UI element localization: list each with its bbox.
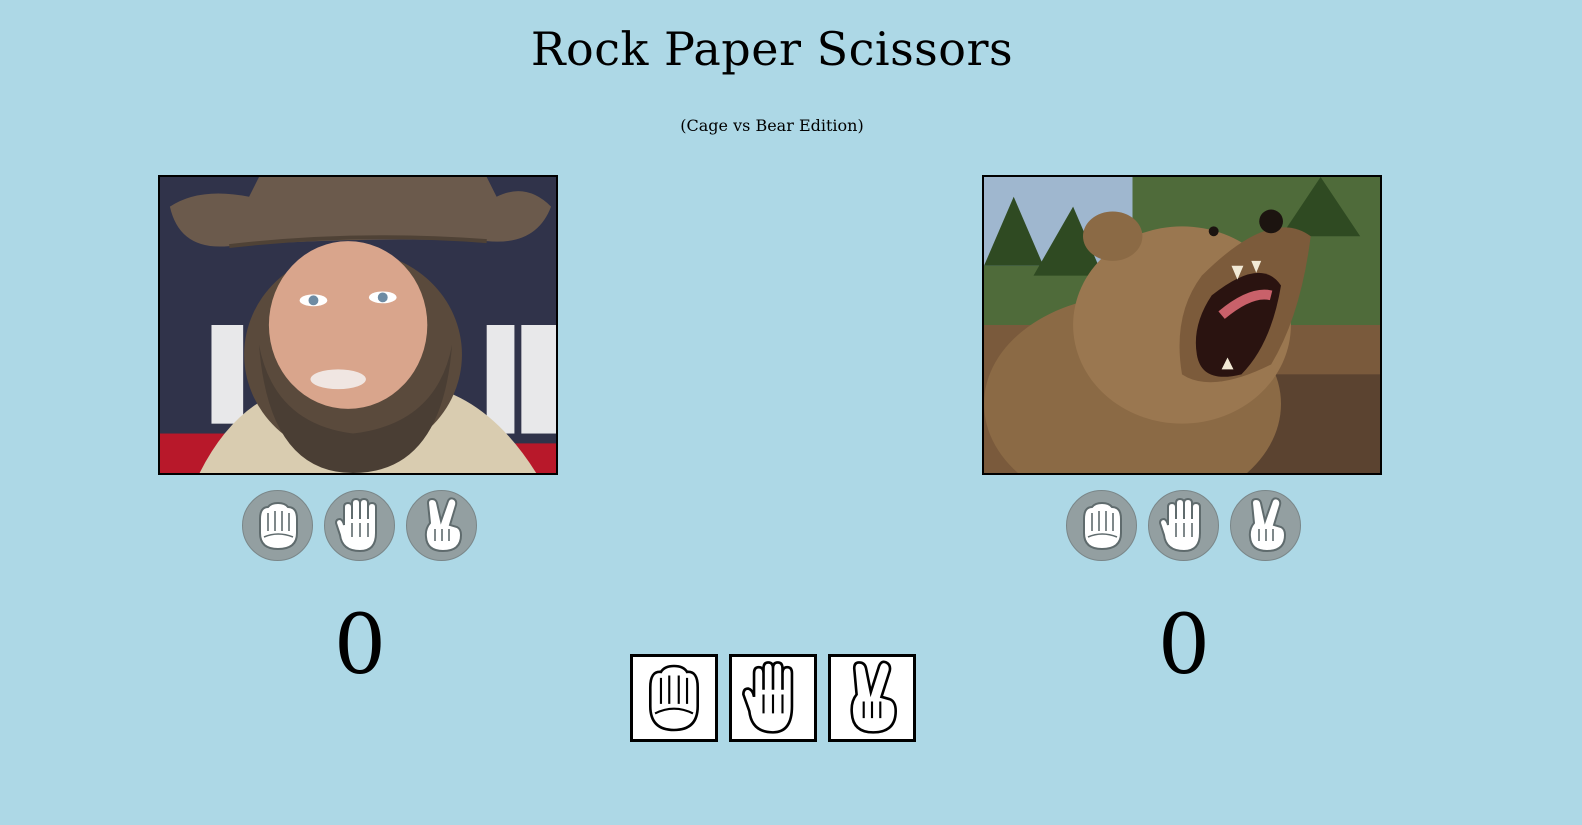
bear-choice-row: [1066, 490, 1301, 561]
rock-button[interactable]: [630, 654, 718, 742]
scissors-hand-icon: [424, 496, 462, 552]
cage-choice-row: [242, 490, 477, 561]
paper-hand-icon: [334, 497, 377, 552]
bear-player-image: [982, 175, 1382, 475]
cage-player-image: [158, 175, 558, 475]
cage-scissors-indicator: [406, 490, 477, 561]
scissors-hand-icon: [850, 660, 898, 734]
cage-paper-indicator: [324, 490, 395, 561]
scissors-hand-icon: [1248, 496, 1286, 552]
scissors-button[interactable]: [828, 654, 916, 742]
cage-rock-indicator: [242, 490, 313, 561]
paper-hand-icon: [742, 661, 794, 734]
bear-scissors-indicator: [1230, 490, 1301, 561]
page-subtitle: (Cage vs Bear Edition): [680, 116, 864, 135]
rock-hand-icon: [258, 501, 298, 550]
bear-score: 0: [1157, 598, 1211, 693]
move-button-row: [630, 654, 916, 742]
paper-button[interactable]: [729, 654, 817, 742]
bear-paper-indicator: [1148, 490, 1219, 561]
page-title: Rock Paper Scissors: [530, 22, 1014, 76]
cage-score: 0: [333, 598, 387, 693]
rock-hand-icon: [648, 664, 700, 732]
rock-hand-icon: [1082, 501, 1122, 550]
paper-hand-icon: [1158, 497, 1201, 552]
bear-rock-indicator: [1066, 490, 1137, 561]
